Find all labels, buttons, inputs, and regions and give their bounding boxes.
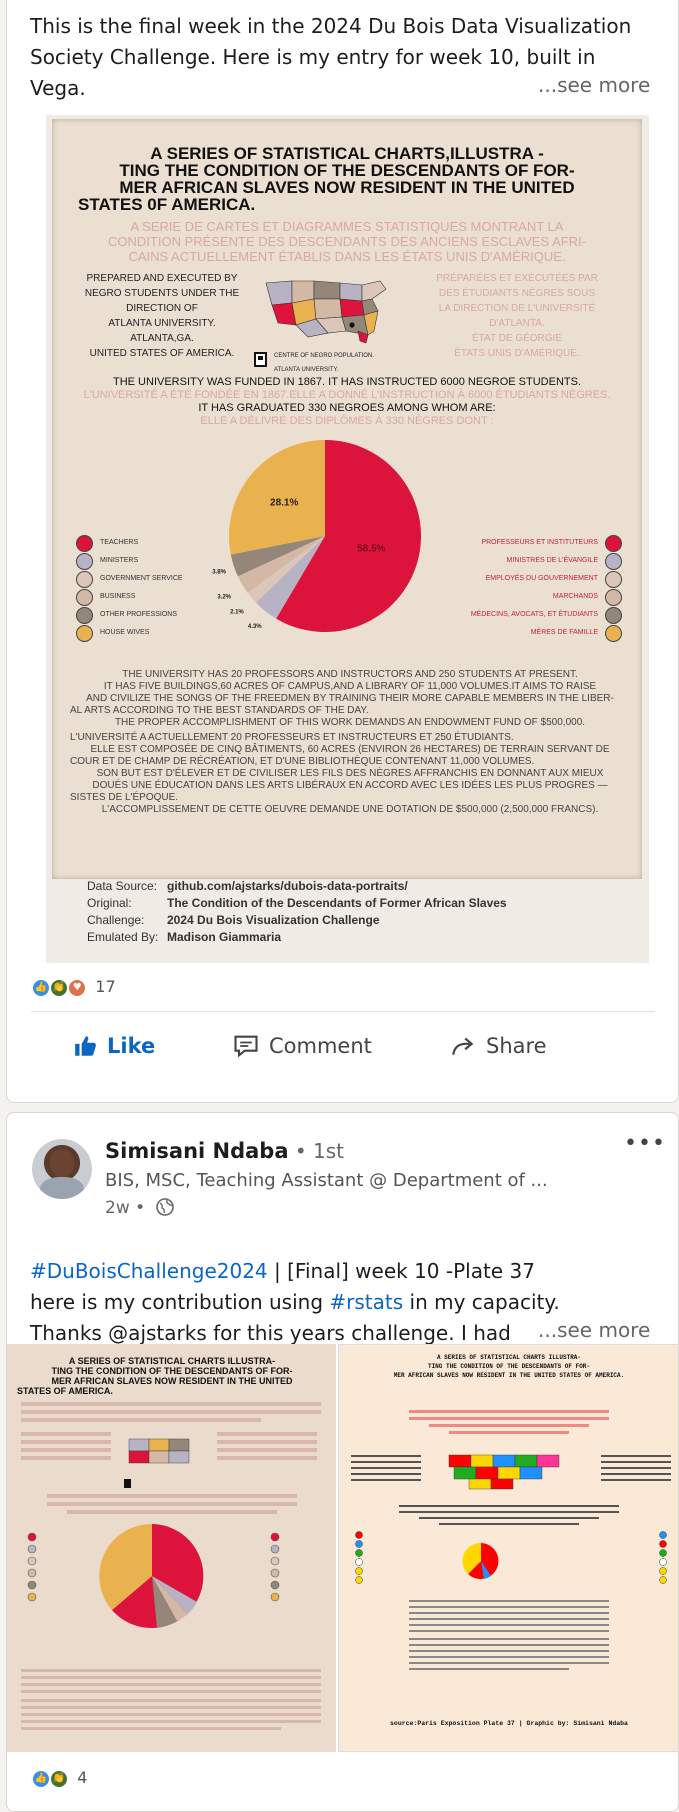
post-text-line: #DuBoisChallenge2024 | [Final] week 10 -… (30, 1259, 535, 1283)
post-time: 2w • (105, 1197, 175, 1218)
legend-item-en: GOVERNMENT SERVICE (76, 571, 216, 589)
pie-slice-label: 4.3% (248, 624, 262, 630)
dubois-poster: A SERIES OF STATISTICAL CHARTS,ILLUSTRA … (52, 119, 642, 879)
pie-slice-label: 28.1% (270, 497, 298, 508)
share-icon (452, 1037, 474, 1055)
share-button[interactable]: Share (448, 1026, 547, 1066)
graduated-fr: ELLE A DÉLIVRÉ DES DIPLÔMES À 330 NÈGRES… (200, 415, 494, 427)
legend-swatch (605, 571, 622, 588)
reactions-summary[interactable]: 👍 👏 ♥ 17 (31, 977, 116, 998)
poster-body-en: THE UNIVERSITY HAS 20 PROFESSORS AND INS… (70, 669, 614, 728)
poster-title-fr: A SERIE DE CARTES ET DIAGRAMMES STATISTI… (108, 219, 586, 264)
see-more-link[interactable]: ...see more (534, 1318, 651, 1342)
reactions-summary[interactable]: 👍 👏 4 (31, 1768, 87, 1789)
poster-title-en: A SERIES OF STATISTICAL CHARTS,ILLUSTRA … (78, 144, 575, 214)
celebrate-reaction-icon: 👏 (49, 977, 70, 998)
avatar[interactable] (32, 1139, 92, 1199)
post-text-line: here is my contribution using #rstats in… (30, 1290, 560, 1314)
reaction-count: 17 (95, 977, 116, 996)
pie-slice-label: 2.1% (230, 609, 244, 615)
map-legend-icon (254, 352, 267, 367)
legend-label: MÉDECINS, AVOCATS, ET ÉTUDIANTS (470, 611, 598, 618)
graduated-en: IT HAS GRADUATED 330 NEGROES AMONG WHOM … (198, 402, 496, 414)
legend-swatch (76, 553, 93, 570)
pie-slice-label: 3.8% (212, 569, 226, 575)
legend-item-en: MINISTERS (76, 553, 216, 571)
thumbs-up-icon (75, 1036, 96, 1056)
comment-icon (234, 1035, 258, 1058)
legend-label: EMPLOYÉS DU GOUVERNEMENT (485, 575, 598, 582)
legend-label: PROFESSEURS ET INSTITUTEURS (481, 539, 598, 546)
meta-original: Original: The Condition of the Descendant… (87, 896, 507, 910)
love-reaction-icon: ♥ (67, 977, 88, 998)
globe-icon (155, 1198, 174, 1216)
like-reaction-icon: 👍 (31, 977, 51, 998)
legend-item-en: OTHER PROFESSIONS (76, 607, 216, 625)
post-image-a[interactable]: A SERIES OF STATISTICAL CHARTS ILLUSTRA-… (7, 1344, 336, 1752)
divider (31, 1011, 655, 1012)
prepared-by-fr: PRÉPARÉES ET EXÉCUTÉES PAR DES ÉTUDIANTS… (436, 273, 598, 359)
meta-source: Data Source: github.com/ajstarks/dubois-d… (87, 879, 408, 893)
legend-item-en: BUSINESS (76, 589, 216, 607)
funded-fr: L'UNIVERSITÉ A ÉTÉ FONDÉE EN 1867.ELLE A… (83, 389, 611, 401)
like-reaction-icon: 👍 (31, 1768, 51, 1789)
legend-label: MARCHANDS (552, 593, 598, 600)
legend-label: BUSINESS (100, 593, 136, 600)
legend-swatch (605, 607, 622, 624)
pie-slice-label: 58.5% (357, 544, 385, 555)
post-image[interactable]: A SERIES OF STATISTICAL CHARTS,ILLUSTRA … (46, 115, 649, 963)
more-options-icon[interactable]: ••• (624, 1131, 666, 1156)
legend-swatch (76, 625, 93, 642)
map-label-atlanta: ATLANTA UNIVERSITY. (274, 367, 339, 373)
legend-swatch (76, 607, 93, 624)
poster-body-fr: L'UNIVERSITÉ A ACTUELLEMENT 20 PROFESSEU… (70, 732, 610, 815)
reaction-count: 4 (77, 1768, 88, 1787)
share-label: Share (486, 1034, 547, 1058)
funded-en: THE UNIVERSITY WAS FUNDED IN 1867. IT HA… (113, 376, 581, 388)
legend-label: MINISTERS (100, 557, 139, 564)
legend-swatch (76, 571, 93, 588)
legend-swatch (76, 589, 93, 606)
legend-item-en: TEACHERS (76, 535, 216, 553)
legend-label: GOVERNMENT SERVICE (100, 575, 183, 582)
legend-swatch (605, 589, 622, 606)
us-map (265, 280, 387, 344)
comment-button[interactable]: Comment (231, 1026, 372, 1066)
like-label: Like (107, 1034, 156, 1058)
map-label-centre: CENTRE OF NEGRO POPULATION. (274, 353, 374, 359)
celebrate-reaction-icon: 👏 (49, 1768, 70, 1789)
meta-challenge: Challenge: 2024 Du Bois Visualization Cha… (87, 913, 380, 927)
see-more-link[interactable]: ...see more (534, 73, 651, 97)
image-b-graphics (351, 1410, 671, 1670)
legend-item-en: HOUSE WIVES (76, 625, 216, 643)
author-name[interactable]: Simisani Ndaba • 1st (105, 1139, 344, 1163)
post-image-b[interactable]: A SERIES OF STATISTICAL CHARTS ILLUSTRA-… (338, 1344, 678, 1752)
post-text-line: Society Challenge. Here is my entry for … (30, 45, 596, 69)
like-button[interactable]: Like (73, 1026, 155, 1066)
legend-label: MÈRES DE FAMILLE (530, 629, 598, 636)
pie-chart: 58.5% 4.3% 2.1% 3.2% 3.8% 28.1% (212, 440, 422, 632)
legend-swatch (76, 535, 93, 552)
hashtag-link[interactable]: #DuBoisChallenge2024 (30, 1259, 268, 1283)
legend-swatch (605, 535, 622, 552)
legend-label: HOUSE WIVES (100, 629, 150, 636)
feed-post-2: Simisani Ndaba • 1st BIS, MSC, Teaching … (6, 1112, 679, 1812)
post-text-line: This is the final week in the 2024 Du Bo… (30, 14, 632, 38)
comment-label: Comment (269, 1034, 372, 1058)
legend-swatch (605, 553, 622, 570)
feed-post-1: This is the final week in the 2024 Du Bo… (6, 0, 679, 1103)
meta-emulated: Emulated By: Madison Giammaria (87, 930, 282, 944)
legend-label: OTHER PROFESSIONS (100, 611, 178, 618)
author-headline: BIS, MSC, Teaching Assistant @ Departmen… (105, 1170, 548, 1191)
legend-label: TEACHERS (100, 539, 139, 546)
pie-slice-label: 3.2% (217, 595, 231, 601)
image-a-graphics (21, 1402, 321, 1730)
image-b-source: source:Paris Exposition Plate 37 | Graph… (390, 1720, 628, 1727)
hashtag-link[interactable]: #rstats (329, 1290, 403, 1314)
legend-swatch (605, 625, 622, 642)
legend-label: MINISTRES DE L'ÉVANGILE (506, 557, 598, 564)
prepared-by-en: PREPARED AND EXECUTED BY NEGRO STUDENTS … (84, 273, 240, 359)
